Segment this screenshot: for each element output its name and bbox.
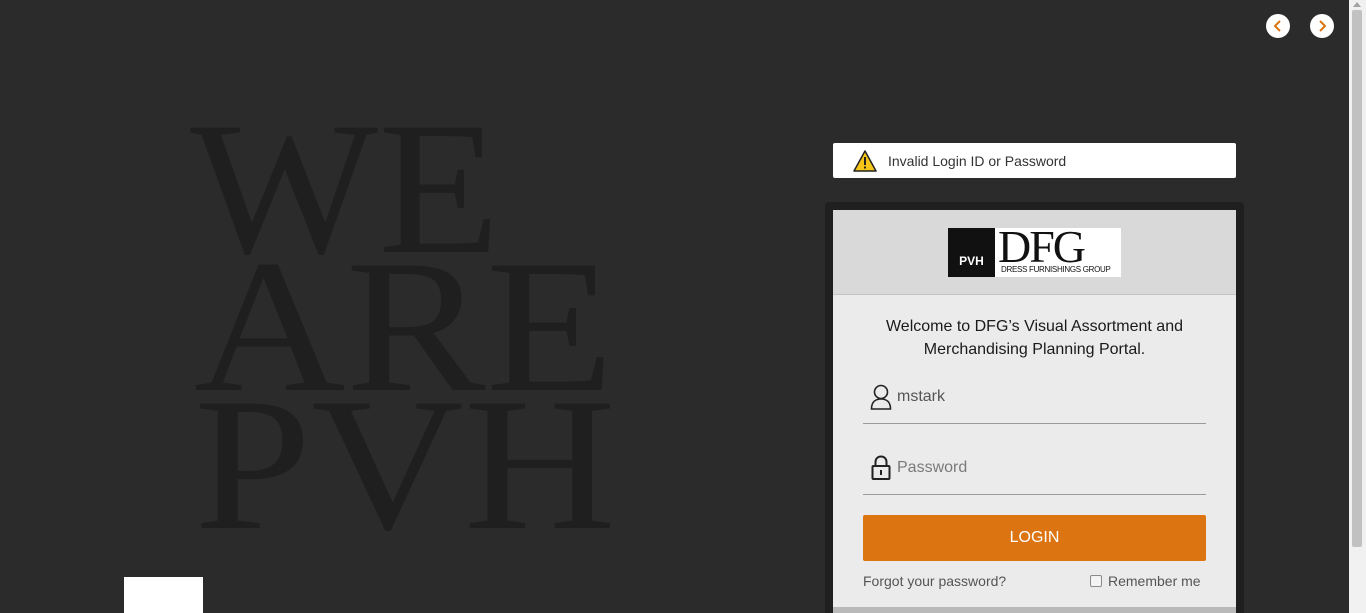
we-are-pvh-background-art: WE ARE PVH: [190, 84, 630, 570]
white-block: [124, 577, 203, 613]
logo-subtitle: DRESS FURNISHINGS GROUP: [1001, 265, 1111, 274]
art-line-3: PVH: [194, 360, 616, 540]
welcome-line-1: Welcome to DFG’s Visual Assortment and: [885, 318, 1183, 335]
forgot-password-link[interactable]: Forgot your password?: [863, 573, 1006, 589]
logo-name: DFG: [998, 221, 1086, 272]
dfg-logo: PVH DFG DRESS FURNISHINGS GROUP: [948, 224, 1121, 277]
login-button[interactable]: LOGIN: [863, 515, 1206, 561]
panel-footer: [833, 607, 1236, 613]
vertical-scrollbar[interactable]: [1349, 0, 1366, 613]
welcome-text: Welcome to DFG’s Visual Assortment and M…: [853, 315, 1216, 361]
lock-icon: [869, 454, 893, 482]
panel-header: PVH DFG DRESS FURNISHINGS GROUP: [833, 210, 1236, 295]
next-button[interactable]: [1310, 14, 1334, 38]
warning-icon: [853, 149, 877, 172]
welcome-line-2: Merchandising Planning Portal.: [923, 341, 1146, 358]
remember-me[interactable]: Remember me: [1090, 573, 1201, 589]
login-page: WE ARE PVH Invalid Login ID or Password: [0, 0, 1349, 613]
remember-me-label: Remember me: [1108, 573, 1201, 589]
user-icon: [869, 383, 893, 411]
previous-button[interactable]: [1266, 14, 1290, 38]
remember-me-checkbox[interactable]: [1090, 575, 1102, 587]
scroll-up-arrow-icon[interactable]: [1353, 2, 1361, 7]
chevron-right-icon: [1319, 20, 1327, 32]
scrollbar-thumb[interactable]: [1352, 10, 1362, 547]
login-panel: PVH DFG DRESS FURNISHINGS GROUP Welcome …: [833, 210, 1236, 613]
alert-message: Invalid Login ID or Password: [888, 152, 1067, 169]
chevron-left-icon: [1273, 20, 1281, 32]
username-field: [863, 379, 1206, 424]
username-input[interactable]: [897, 385, 1197, 409]
logo-mark: PVH: [948, 228, 995, 277]
error-alert: Invalid Login ID or Password: [833, 143, 1236, 178]
password-input[interactable]: [897, 456, 1197, 480]
password-field: [863, 450, 1206, 495]
